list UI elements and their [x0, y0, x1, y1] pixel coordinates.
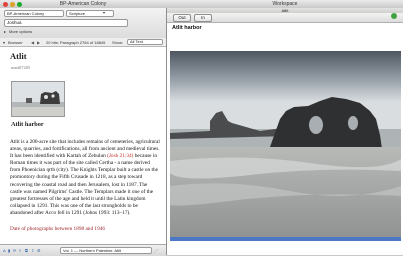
settings-icon[interactable]: ⚙: [37, 248, 41, 253]
browser-bar: ▾ Browser ◀ ▶ 20 hits: Paragraph 2764 of…: [0, 38, 166, 47]
resize-handle-icon[interactable]: ⋰: [154, 248, 158, 253]
resource-select[interactable]: BP-American Colony: [4, 10, 64, 17]
scripture-link[interactable]: (Josh 21:34): [107, 153, 133, 159]
next-hit-icon[interactable]: ▶: [37, 40, 40, 45]
article-body: Atlit is a 200-acre site that includes r…: [10, 139, 160, 217]
harbor-photograph[interactable]: [170, 51, 401, 241]
thumbnail-caption: Atlit harbor: [11, 121, 44, 128]
show-select[interactable]: All Text: [127, 39, 163, 45]
article-text-part-2: because in Roman times it was part of th…: [10, 153, 159, 216]
library-pane: BP-American Colony Scripture ▾ Joshua ▸ …: [0, 8, 167, 256]
status-bar: A ▮ ⟳ ≡ ⧉ ⇪ ⚙ Vol. 1 — Northern Palestin…: [0, 244, 166, 256]
harbor-thumbnail[interactable]: [11, 81, 65, 117]
browser-toggle-icon[interactable]: ▾: [3, 40, 5, 45]
location-field[interactable]: Vol. 1 — Northern Palestine: Atlit: [60, 247, 152, 254]
zoom-toolbar: Out In: [167, 13, 403, 23]
sync-icon[interactable]: ⟳: [13, 248, 16, 253]
zoom-out-button[interactable]: Out: [173, 14, 191, 22]
more-options-link[interactable]: More options: [9, 29, 32, 34]
show-label: Show:: [112, 39, 124, 45]
image-caption: Atlit harbor: [172, 25, 202, 31]
disclosure-icon: ▸: [4, 29, 7, 34]
photo-date-range: Date of photographs between 1898 and 194…: [10, 226, 106, 232]
zoom-in-button[interactable]: In: [194, 14, 212, 22]
status-indicator-icon: [391, 13, 397, 19]
list-icon[interactable]: ≡: [19, 248, 21, 253]
hits-count: 20 hits: Paragraph 2764 of 18845: [46, 39, 106, 45]
search-toolbar: BP-American Colony Scripture ▾ Joshua ▸ …: [0, 8, 166, 39]
search-input[interactable]: Joshua: [4, 19, 128, 27]
photo-id: matt07205: [11, 65, 31, 70]
scope-select[interactable]: Scripture: [66, 10, 114, 17]
article-title: Atlit: [10, 51, 27, 61]
left-window-title: BP-American Colony: [59, 1, 107, 7]
chevron-down-icon: ▾: [103, 10, 106, 15]
right-window-title: Workspace: [272, 1, 298, 7]
prev-hit-icon[interactable]: ◀: [31, 40, 34, 45]
bookmark-icon[interactable]: ▮: [8, 248, 10, 253]
share-icon[interactable]: ⇪: [31, 248, 34, 253]
harbor-photograph-image: [170, 51, 401, 241]
copy-icon[interactable]: ⧉: [25, 248, 28, 253]
browser-label[interactable]: Browser: [8, 40, 23, 45]
harbor-thumbnail-image: [12, 82, 64, 116]
text-size-icon[interactable]: A: [3, 248, 6, 253]
